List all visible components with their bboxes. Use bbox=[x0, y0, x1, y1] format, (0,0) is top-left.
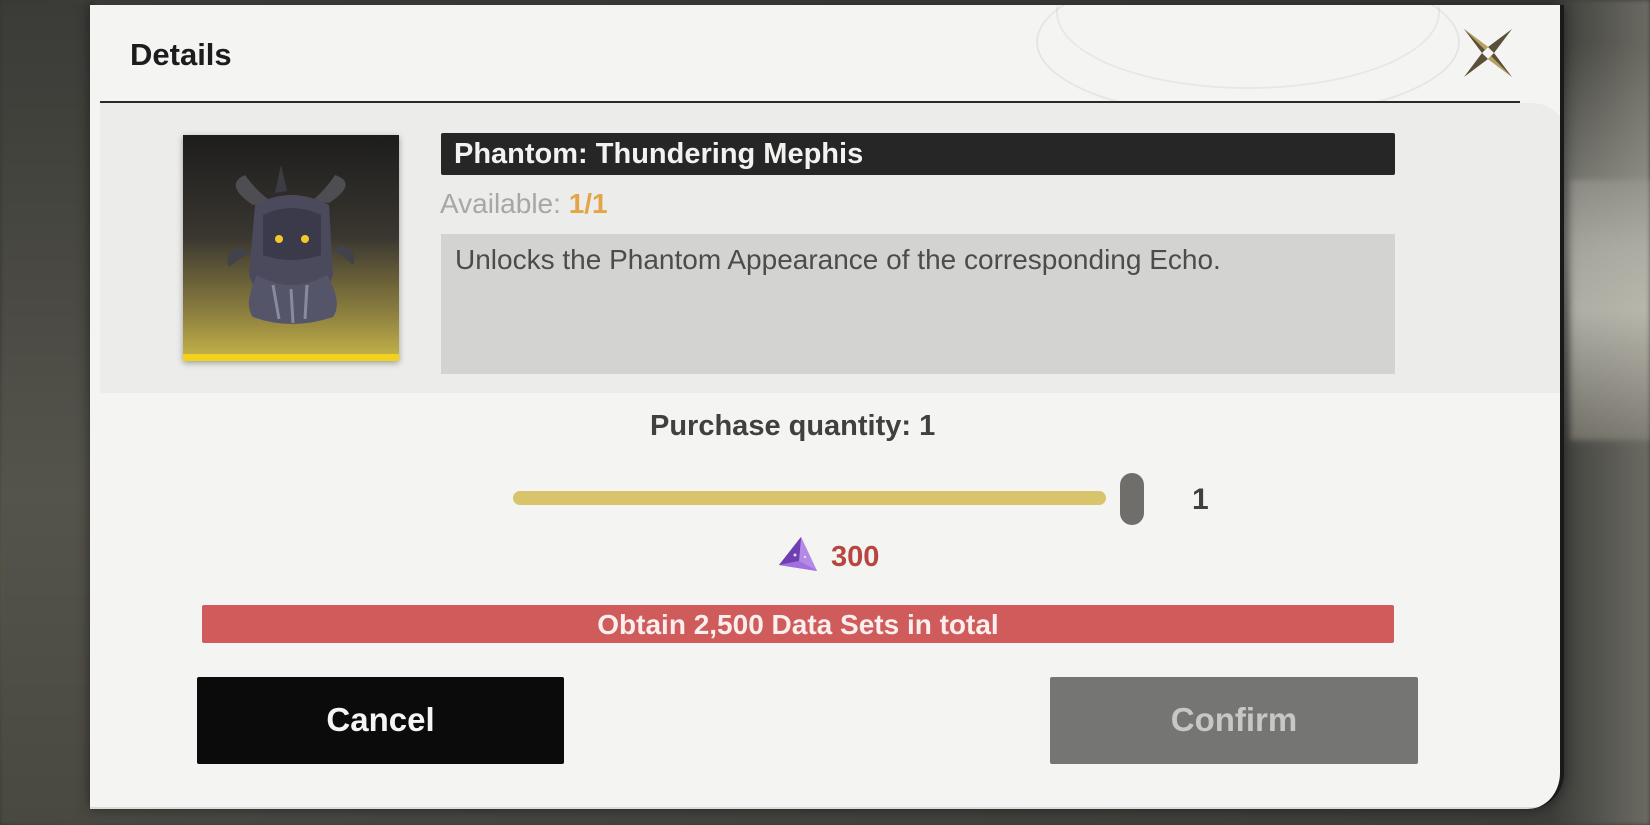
quantity-slider-track[interactable] bbox=[513, 491, 1106, 505]
cost-value: 300 bbox=[831, 541, 880, 573]
confirm-button-label: Confirm bbox=[1170, 701, 1298, 738]
rarity-bar bbox=[183, 354, 399, 361]
availability: Available: 1/1 bbox=[440, 188, 608, 220]
background-card bbox=[1570, 180, 1650, 440]
available-label: Available: bbox=[440, 188, 569, 219]
close-button[interactable] bbox=[1458, 23, 1518, 83]
slider-value: 1 bbox=[1192, 483, 1209, 516]
details-dialog: Details Phantom: Thundering Mephis Avail… bbox=[90, 5, 1564, 809]
phantom-mephis-portrait bbox=[227, 165, 355, 324]
background-left-panel bbox=[0, 0, 95, 825]
close-x-icon bbox=[1464, 29, 1512, 77]
item-name: Phantom: Thundering Mephis bbox=[454, 138, 864, 170]
purple-crystal-icon bbox=[779, 537, 817, 571]
description-box: Unlocks the Phantom Appearance of the co… bbox=[441, 234, 1395, 374]
item-description: Unlocks the Phantom Appearance of the co… bbox=[455, 244, 1221, 275]
confirm-button[interactable]: Confirm bbox=[1050, 677, 1418, 764]
quantity-slider-handle[interactable] bbox=[1120, 473, 1144, 525]
cancel-button[interactable]: Cancel bbox=[197, 677, 564, 764]
item-name-bar: Phantom: Thundering Mephis bbox=[441, 133, 1395, 175]
requirement-bar: Obtain 2,500 Data Sets in total bbox=[202, 605, 1394, 643]
item-portrait bbox=[183, 135, 399, 361]
purchase-quantity-label: Purchase quantity: 1 bbox=[650, 410, 936, 442]
requirement-text: Obtain 2,500 Data Sets in total bbox=[597, 609, 999, 640]
dialog-bottom-edge bbox=[90, 807, 1560, 809]
dialog-title: Details bbox=[130, 37, 232, 72]
dialog-header: Details bbox=[90, 5, 1560, 101]
available-value: 1/1 bbox=[568, 188, 608, 219]
cancel-button-label: Cancel bbox=[326, 701, 435, 738]
